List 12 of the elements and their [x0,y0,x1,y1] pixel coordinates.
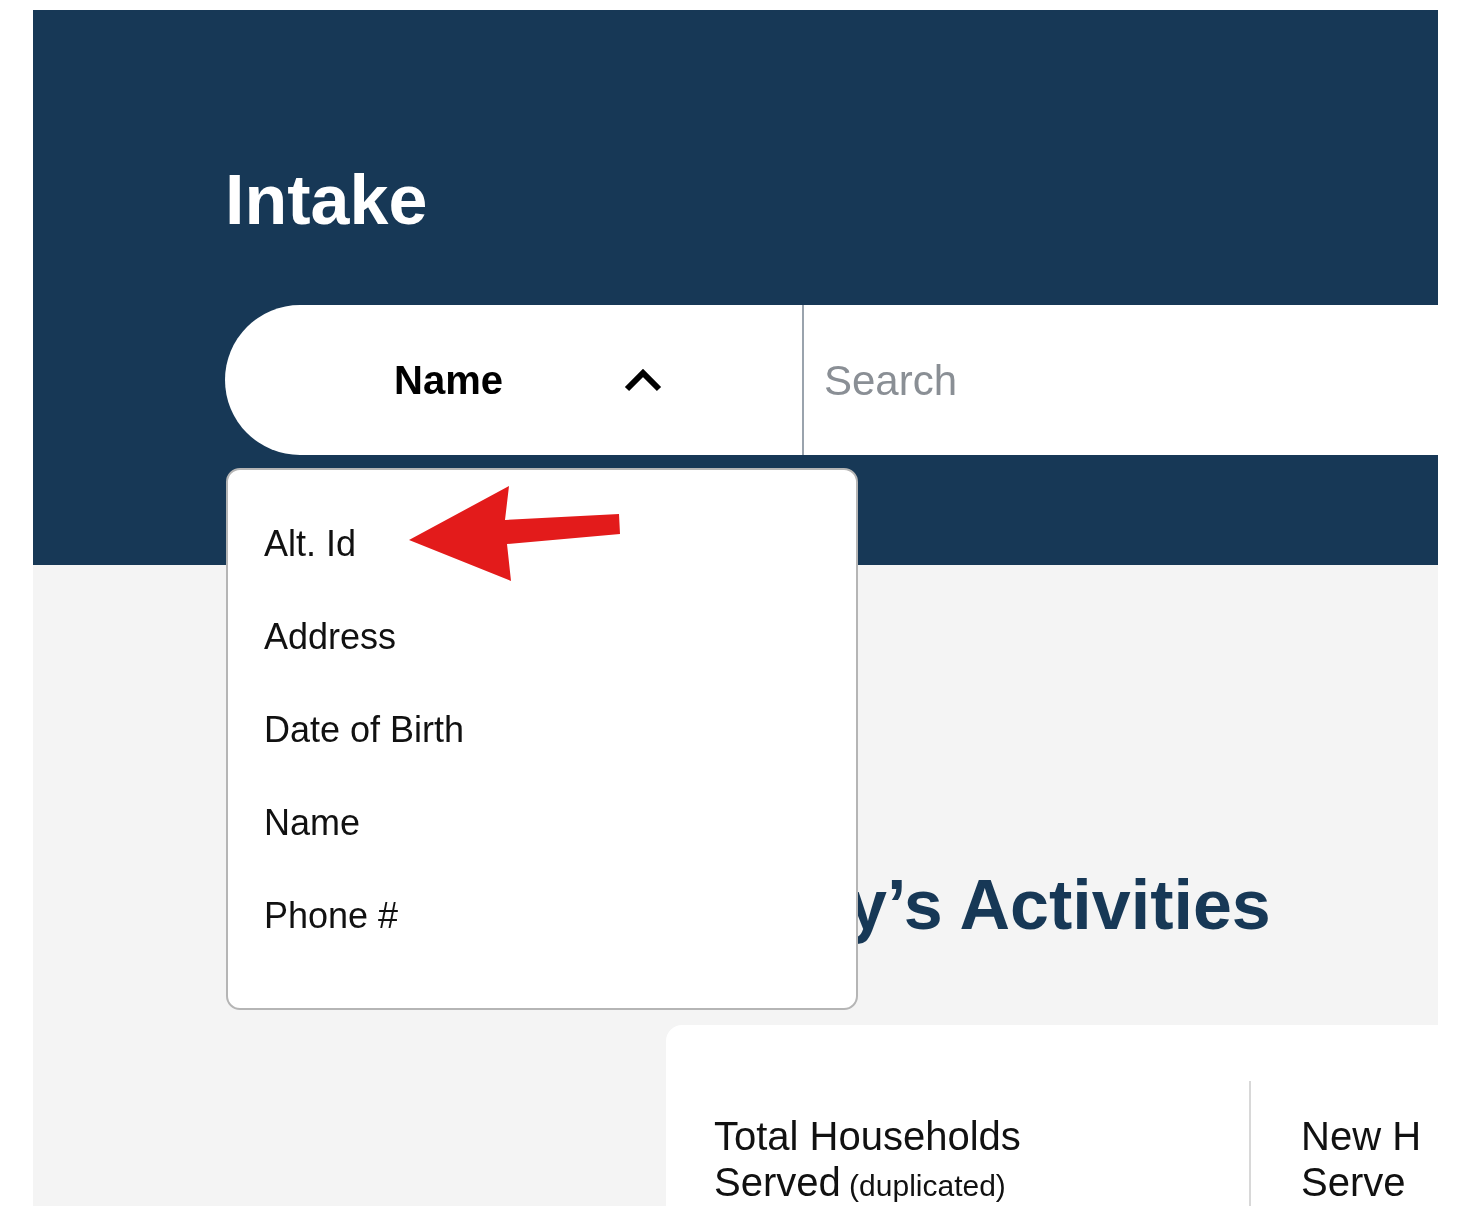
dropdown-item[interactable]: Phone # [264,892,399,940]
chevron-up-icon [622,367,663,393]
dropdown-item[interactable]: Alt. Id [264,520,357,568]
dropdown-item[interactable]: Address [264,613,397,661]
page-title: Intake [225,165,428,235]
search-field[interactable]: Search [804,305,1438,455]
field-selector[interactable]: Name [225,305,802,455]
dropdown-item[interactable]: Date of Birth [264,706,465,754]
arrow-icon [409,484,621,582]
dropdown-item[interactable]: Name [264,799,361,847]
stat-label: Total Households Served (duplicated) [714,1113,1021,1206]
stat-label: New H Serve [1301,1113,1422,1205]
